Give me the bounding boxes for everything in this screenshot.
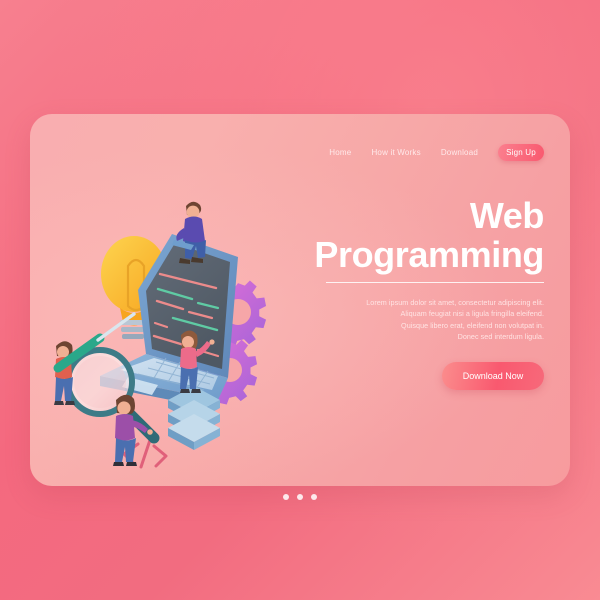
sign-up-button[interactable]: Sign Up	[498, 144, 544, 161]
pagination-dot[interactable]	[297, 494, 303, 500]
hero-text-block: Web Programming Lorem ipsum dolor sit am…	[274, 196, 544, 390]
nav-link-home[interactable]: Home	[329, 148, 351, 157]
hero-description-line: Quisque libero erat, eleifend non volutp…	[401, 320, 544, 330]
hero-description-line: Donec sed interdum ligula.	[457, 332, 544, 342]
title-divider	[326, 282, 544, 283]
nav-link-how-it-works[interactable]: How it Works	[371, 148, 420, 157]
pagination-dot[interactable]	[283, 494, 289, 500]
page-title-line-2: Programming	[314, 234, 544, 275]
person-with-magnifier	[113, 394, 153, 466]
hero-description-line: Lorem ipsum dolor sit amet, consectetur …	[366, 298, 544, 307]
pagination-dots	[0, 494, 600, 500]
main-navigation: Home How it Works Download Sign Up	[329, 144, 544, 161]
page-root: Home How it Works Download Sign Up Web P…	[0, 0, 600, 600]
pagination-dot[interactable]	[311, 494, 317, 500]
hero-card: Home How it Works Download Sign Up Web P…	[30, 114, 570, 486]
hero-description-line: Aliquam feugiat nisi a ligula fringilla …	[400, 309, 544, 319]
page-title: Web Programming	[274, 196, 544, 274]
download-now-button[interactable]: Download Now	[442, 361, 544, 390]
nav-link-download[interactable]: Download	[441, 148, 478, 157]
hero-description: Lorem ipsum dolor sit amet, consectetur …	[274, 297, 544, 343]
page-title-line-1: Web	[469, 195, 545, 236]
